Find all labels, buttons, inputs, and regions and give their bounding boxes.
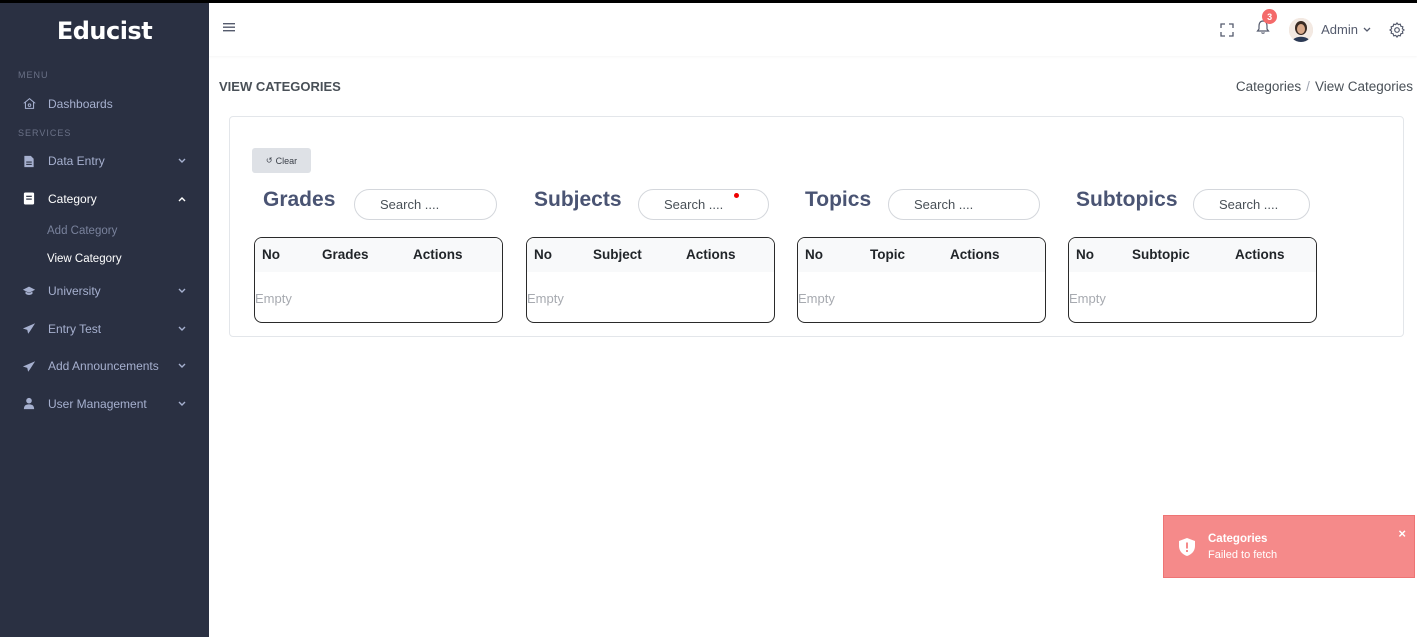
notification-badge: 3 bbox=[1262, 9, 1278, 24]
sidebar-item-category[interactable]: Category bbox=[0, 180, 209, 218]
column-header-actions: Actions bbox=[1235, 247, 1285, 262]
table-header: No Subject Actions bbox=[527, 238, 774, 272]
topbar: 3 Admin bbox=[209, 3, 1417, 56]
sidebar-subitem-view-category[interactable]: View Category bbox=[0, 245, 209, 273]
search-placeholder: Search .... bbox=[1219, 197, 1279, 212]
fullscreen-icon[interactable] bbox=[1209, 3, 1245, 56]
page-title: VIEW CATEGORIES bbox=[219, 79, 341, 94]
error-toast: Categories Failed to fetch × bbox=[1163, 515, 1415, 578]
table-header: No Topic Actions bbox=[798, 238, 1045, 272]
search-placeholder: Search .... bbox=[664, 197, 724, 212]
topbar-actions: 3 Admin bbox=[1209, 3, 1417, 56]
section-title: Subtopics bbox=[1076, 188, 1178, 211]
column-header-actions: Actions bbox=[413, 247, 463, 262]
reset-icon: ↺ bbox=[265, 156, 273, 165]
column-header-no[interactable]: No bbox=[1076, 247, 1094, 262]
grades-table: No Grades Actions Empty bbox=[254, 237, 503, 323]
topics-search-input[interactable]: Search .... bbox=[888, 189, 1040, 220]
empty-state: Empty bbox=[798, 291, 835, 306]
topics-table: No Topic Actions Empty bbox=[797, 237, 1046, 323]
column-header-no[interactable]: No bbox=[534, 247, 552, 262]
chevron-down-icon bbox=[177, 288, 187, 294]
column-header-subtopic[interactable]: Subtopic bbox=[1132, 247, 1190, 262]
sidebar-item-label: User Management bbox=[48, 396, 147, 411]
avatar bbox=[1289, 17, 1314, 42]
empty-state: Empty bbox=[1069, 291, 1106, 306]
subtopics-table: No Subtopic Actions Empty bbox=[1068, 237, 1317, 323]
categories-card: ↺ Clear Grades Search .... No Grades Act… bbox=[229, 116, 1404, 337]
sidebar-item-label: Category bbox=[48, 191, 97, 206]
sidebar-item-label: Dashboards bbox=[48, 96, 113, 111]
notification-button[interactable]: 3 bbox=[1245, 3, 1281, 56]
breadcrumb: Categories / View Categories bbox=[1236, 79, 1413, 94]
column-header-no[interactable]: No bbox=[805, 247, 823, 262]
chevron-up-icon bbox=[177, 196, 187, 202]
toast-title: Categories bbox=[1208, 532, 1268, 545]
sidebar-item-data-entry[interactable]: Data Entry bbox=[0, 143, 209, 181]
empty-state: Empty bbox=[527, 291, 564, 306]
grades-search-input[interactable]: Search .... bbox=[354, 189, 497, 220]
menu-toggle-icon[interactable] bbox=[223, 20, 237, 34]
menu-section-title: MENU bbox=[18, 70, 49, 80]
breadcrumb-item-view-categories: View Categories bbox=[1314, 79, 1413, 94]
sidebar-item-label: Add Announcements bbox=[48, 359, 159, 374]
chevron-down-icon bbox=[177, 401, 187, 407]
close-icon[interactable]: × bbox=[1398, 526, 1406, 541]
chevron-down-icon bbox=[177, 363, 187, 369]
sidebar-item-label: Data Entry bbox=[48, 154, 105, 169]
sidebar-item-user-management[interactable]: User Management bbox=[0, 385, 209, 423]
file-icon bbox=[22, 154, 36, 168]
sidebar-item-entry-test[interactable]: Entry Test bbox=[0, 310, 209, 348]
cursor-indicator bbox=[734, 193, 739, 198]
column-header-grades[interactable]: Grades bbox=[322, 247, 369, 262]
column-header-no[interactable]: No bbox=[262, 247, 280, 262]
user-icon bbox=[22, 397, 36, 411]
settings-icon[interactable] bbox=[1379, 3, 1415, 56]
chevron-down-icon bbox=[177, 158, 187, 164]
user-menu[interactable]: Admin bbox=[1289, 17, 1371, 42]
column-header-actions: Actions bbox=[686, 247, 736, 262]
sidebar-item-university[interactable]: University bbox=[0, 273, 209, 311]
section-title: Subjects bbox=[534, 188, 622, 211]
subjects-table: No Subject Actions Empty bbox=[526, 237, 775, 323]
empty-state: Empty bbox=[255, 291, 292, 306]
graduation-cap-icon bbox=[22, 284, 36, 298]
sidebar-item-add-announcements[interactable]: Add Announcements bbox=[0, 348, 209, 386]
column-header-actions: Actions bbox=[950, 247, 1000, 262]
home-icon bbox=[22, 97, 36, 111]
chevron-down-icon bbox=[177, 326, 187, 332]
sidebar: Educist MENU Dashboards SERVICES Data En… bbox=[0, 3, 209, 637]
search-placeholder: Search .... bbox=[914, 197, 974, 212]
table-header: No Subtopic Actions bbox=[1069, 238, 1316, 272]
send-icon bbox=[22, 322, 36, 336]
section-title: Grades bbox=[263, 188, 336, 211]
send-icon bbox=[22, 359, 36, 373]
breadcrumb-separator: / bbox=[1306, 79, 1310, 94]
subjects-search-input[interactable]: Search .... bbox=[638, 189, 769, 220]
breadcrumb-item-categories[interactable]: Categories bbox=[1236, 79, 1301, 94]
list-document-icon bbox=[22, 192, 36, 206]
sidebar-item-label: University bbox=[48, 284, 101, 299]
chevron-down-icon bbox=[1363, 25, 1371, 35]
services-section-title: SERVICES bbox=[18, 127, 72, 138]
brand-logo[interactable]: Educist bbox=[0, 3, 209, 59]
sidebar-item-label: Entry Test bbox=[48, 321, 102, 336]
shield-alert-icon bbox=[1176, 536, 1198, 558]
column-header-topic[interactable]: Topic bbox=[870, 247, 905, 262]
sidebar-item-dashboards[interactable]: Dashboards bbox=[0, 85, 209, 123]
section-title: Topics bbox=[805, 188, 872, 211]
table-header: No Grades Actions bbox=[255, 238, 502, 272]
column-header-subject[interactable]: Subject bbox=[593, 247, 642, 262]
subtopics-search-input[interactable]: Search .... bbox=[1193, 189, 1310, 220]
toast-message: Failed to fetch bbox=[1208, 548, 1278, 561]
sidebar-subitem-add-category[interactable]: Add Category bbox=[0, 218, 209, 246]
user-name: Admin bbox=[1321, 22, 1358, 37]
toast-body: Categories Failed to fetch bbox=[1208, 533, 1277, 561]
clear-button-label: Clear bbox=[275, 155, 298, 166]
clear-button[interactable]: ↺ Clear bbox=[252, 148, 311, 173]
search-placeholder: Search .... bbox=[380, 197, 440, 212]
